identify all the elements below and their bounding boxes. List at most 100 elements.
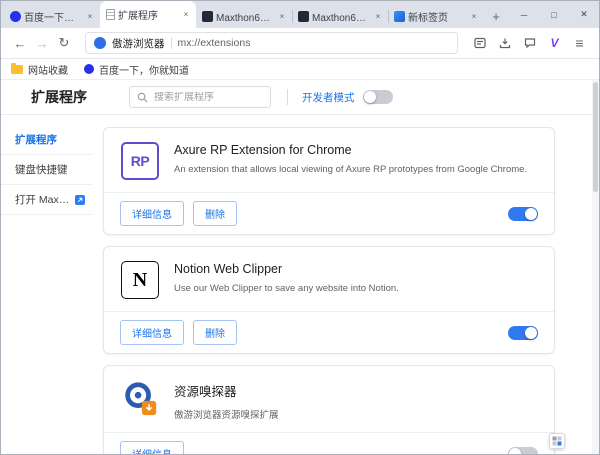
axure-extension-icon: RP — [120, 141, 160, 181]
tab-close-icon[interactable]: × — [276, 11, 288, 23]
sidebar-item-label: 扩展程序 — [15, 132, 57, 147]
card-actions: 详细信息 — [104, 432, 554, 454]
extension-name: Axure RP Extension for Chrome — [174, 143, 538, 157]
sidebar-item-open-maxthon-store[interactable]: 打开 Maxthon 网... — [1, 185, 93, 215]
tab-maxthon-plugin-center-1[interactable]: Maxthon6插件中心 × — [196, 5, 292, 28]
menu-glyph: ≡ — [575, 35, 583, 51]
card-top: RP Axure RP Extension for Chrome An exte… — [104, 128, 554, 192]
extension-enabled-toggle[interactable] — [508, 447, 538, 455]
extensions-list: RP Axure RP Extension for Chrome An exte… — [93, 115, 599, 454]
bookmarks-bar: 网站收藏 百度一下，你就知道 — [1, 59, 599, 80]
card-top: N Notion Web Clipper Use our Web Clipper… — [104, 247, 554, 311]
forward-button[interactable]: → — [31, 32, 53, 54]
developer-mode-label: 开发者模式 — [302, 90, 355, 105]
extension-search-box[interactable] — [129, 86, 271, 108]
bookmark-label: 百度一下，你就知道 — [99, 62, 189, 77]
address-bar[interactable]: 傲游浏览器 mx://extensions — [85, 32, 458, 54]
refresh-button[interactable]: ↻ — [53, 32, 75, 54]
details-button[interactable]: 详细信息 — [120, 441, 184, 454]
tab-close-icon[interactable]: × — [84, 11, 96, 23]
tab-close-icon[interactable]: × — [372, 11, 384, 23]
card-actions: 详细信息 删除 — [104, 192, 554, 234]
address-url: mx://extensions — [178, 37, 251, 49]
extension-description: 傲游浏览器资源嗅探扩展 — [174, 407, 538, 421]
extension-texts: Notion Web Clipper Use our Web Clipper t… — [174, 260, 538, 300]
sidebar-item-label: 打开 Maxthon 网... — [15, 192, 71, 207]
sidebar: 扩展程序 键盘快捷键 打开 Maxthon 网... — [1, 115, 93, 454]
tab-close-icon[interactable]: × — [468, 11, 480, 23]
tab-extensions[interactable]: 扩展程序 × — [100, 1, 196, 28]
resource-sniffer-icon — [120, 379, 160, 419]
extension-texts: 资源嗅探器 傲游浏览器资源嗅探扩展 — [174, 379, 538, 421]
extension-description: Use our Web Clipper to save any website … — [174, 283, 538, 294]
details-button[interactable]: 详细信息 — [120, 201, 184, 226]
remove-button[interactable]: 删除 — [193, 201, 237, 226]
menu-icon[interactable]: ≡ — [568, 32, 591, 55]
extension-card-axure: RP Axure RP Extension for Chrome An exte… — [103, 127, 555, 235]
maximize-button[interactable]: □ — [539, 1, 569, 28]
extension-name: Notion Web Clipper — [174, 262, 538, 276]
tab-close-icon[interactable]: × — [180, 9, 192, 21]
search-icon — [137, 92, 148, 103]
extension-name: 资源嗅探器 — [174, 381, 538, 400]
download-icon[interactable] — [493, 32, 516, 55]
site-favicon-icon — [94, 37, 106, 49]
tab-title: 扩展程序 — [118, 7, 177, 22]
page-title: 扩展程序 — [31, 87, 87, 107]
back-button[interactable]: ← — [9, 32, 31, 54]
document-favicon-icon — [106, 9, 115, 20]
remove-button[interactable]: 删除 — [193, 320, 237, 345]
search-input[interactable] — [154, 92, 263, 103]
tab-title: 百度一下，你就知道 — [24, 9, 81, 24]
toolbar: ← → ↻ 傲游浏览器 mx://extensions — [1, 28, 599, 59]
assistant-button[interactable] — [549, 433, 565, 449]
extension-card-resource-sniffer: 资源嗅探器 傲游浏览器资源嗅探扩展 详细信息 — [103, 365, 555, 454]
toolbar-actions: V ≡ — [468, 32, 591, 55]
extension-description: An extension that allows local viewing o… — [174, 164, 538, 175]
maxthon-favicon-icon — [298, 11, 309, 22]
tab-maxthon-plugin-center-2[interactable]: Maxthon6插件中心 × — [292, 5, 388, 28]
maxthon-favicon-icon — [202, 11, 213, 22]
reader-mode-icon[interactable] — [468, 32, 491, 55]
card-top: 资源嗅探器 傲游浏览器资源嗅探扩展 — [104, 366, 554, 432]
baidu-favicon-icon — [84, 64, 94, 74]
header-divider — [287, 89, 288, 105]
folder-icon — [11, 65, 23, 74]
extensions-page: 扩展程序 开发者模式 扩展程序 键盘快捷键 — [1, 80, 599, 454]
extension-texts: Axure RP Extension for Chrome An extensi… — [174, 141, 538, 181]
baidu-favicon-icon — [10, 11, 21, 22]
notion-icon-text: N — [133, 269, 147, 292]
bookmark-folder-favorites[interactable]: 网站收藏 — [11, 62, 68, 77]
bookmark-baidu[interactable]: 百度一下，你就知道 — [84, 62, 189, 77]
axure-icon-text: RP — [131, 153, 149, 169]
scrollbar-thumb[interactable] — [593, 82, 598, 192]
scrollbar[interactable] — [592, 80, 599, 454]
developer-mode-toggle[interactable] — [363, 90, 393, 104]
sidebar-item-extensions[interactable]: 扩展程序 — [1, 125, 93, 155]
extension-enabled-toggle[interactable] — [508, 326, 538, 340]
extension-card-notion: N Notion Web Clipper Use our Web Clipper… — [103, 246, 555, 354]
tab-baidu[interactable]: 百度一下，你就知道 × — [4, 5, 100, 28]
chat-icon[interactable] — [518, 32, 541, 55]
details-button[interactable]: 详细信息 — [120, 320, 184, 345]
page-header: 扩展程序 开发者模式 — [1, 80, 599, 115]
tab-title: Maxthon6插件中心 — [216, 9, 273, 24]
new-tab-button[interactable]: + — [484, 5, 508, 28]
sidebar-item-keyboard-shortcuts[interactable]: 键盘快捷键 — [1, 155, 93, 185]
sidebar-item-label: 键盘快捷键 — [15, 162, 68, 177]
maxthon-favicon-icon — [394, 11, 405, 22]
extension-enabled-toggle[interactable] — [508, 207, 538, 221]
developer-mode: 开发者模式 — [302, 90, 393, 105]
notion-extension-icon: N — [120, 260, 160, 300]
external-link-icon — [75, 195, 85, 205]
tab-title: 新标签页 — [408, 9, 465, 24]
browser-window: 百度一下，你就知道 × 扩展程序 × Maxthon6插件中心 × Maxtho… — [0, 0, 600, 455]
vbox-icon[interactable]: V — [543, 32, 566, 55]
bookmark-label: 网站收藏 — [28, 62, 68, 77]
minimize-button[interactable]: ─ — [509, 1, 539, 28]
window-controls: ─ □ ✕ — [509, 1, 599, 28]
page-body: 扩展程序 键盘快捷键 打开 Maxthon 网... — [1, 115, 599, 454]
close-button[interactable]: ✕ — [569, 1, 599, 28]
tab-new-tab-page[interactable]: 新标签页 × — [388, 5, 484, 28]
site-name: 傲游浏览器 — [112, 36, 165, 51]
